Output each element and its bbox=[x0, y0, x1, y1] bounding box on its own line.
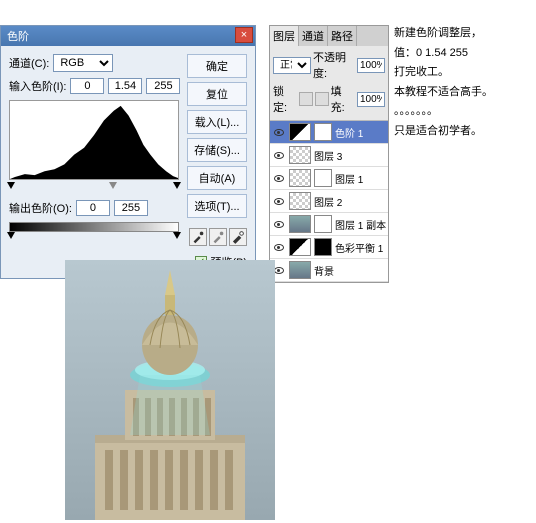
layer-thumb bbox=[289, 238, 311, 256]
lock-trans-icon[interactable] bbox=[299, 92, 313, 106]
input-mid-field[interactable] bbox=[108, 78, 142, 94]
input-white-field[interactable] bbox=[146, 78, 180, 94]
tutorial-text: 新建色阶调整层， 值：0 1.54 255 打完收工。 本教程不适合高手。 。。… bbox=[394, 25, 534, 143]
lock-label: 锁定: bbox=[273, 83, 297, 115]
layer-name: 图层 3 bbox=[314, 148, 342, 163]
out-white-slider[interactable] bbox=[173, 232, 181, 239]
tab-paths[interactable]: 路径 bbox=[328, 26, 357, 46]
reset-button[interactable]: 复位 bbox=[187, 82, 247, 106]
text-line: 值：0 1.54 255 bbox=[394, 45, 534, 63]
visibility-icon[interactable] bbox=[272, 171, 286, 185]
load-button[interactable]: 载入(L)... bbox=[187, 110, 247, 134]
text-line: 。。。。。。。 bbox=[394, 103, 534, 121]
output-sliders[interactable] bbox=[9, 232, 179, 240]
channel-label: 通道(C): bbox=[9, 55, 49, 71]
opacity-field[interactable] bbox=[357, 58, 385, 73]
layer-mask bbox=[314, 215, 332, 233]
input-black-field[interactable] bbox=[70, 78, 104, 94]
layers-panel: 图层 通道 路径 正常 不透明度: 锁定: 填充: 色阶 1 图层 3 bbox=[269, 25, 389, 283]
output-levels-label: 输出色阶(O): bbox=[9, 200, 72, 216]
layer-list: 色阶 1 图层 3 图层 1 图层 2 图层 1 副本 色 bbox=[270, 121, 388, 282]
layer-thumb bbox=[289, 123, 311, 141]
visibility-icon[interactable] bbox=[272, 217, 286, 231]
black-slider[interactable] bbox=[7, 182, 15, 189]
white-slider[interactable] bbox=[173, 182, 181, 189]
text-line: 只是适合初学者。 bbox=[394, 123, 534, 141]
lock-paint-icon[interactable] bbox=[315, 92, 329, 106]
layer-item[interactable]: 图层 1 bbox=[270, 167, 388, 190]
layer-name: 图层 1 副本 bbox=[335, 217, 386, 232]
output-white-field[interactable] bbox=[114, 200, 148, 216]
output-gradient bbox=[9, 222, 179, 232]
ok-button[interactable]: 确定 bbox=[187, 54, 247, 78]
blend-mode-select[interactable]: 正常 bbox=[273, 57, 311, 74]
dialog-title-text: 色阶 bbox=[7, 31, 29, 43]
levels-dialog: 色阶 × 通道(C): RGB 输入色阶(I): bbox=[0, 25, 256, 279]
fill-label: 填充: bbox=[331, 83, 355, 115]
layer-name: 背景 bbox=[314, 263, 334, 278]
visibility-icon[interactable] bbox=[272, 194, 286, 208]
text-line: 新建色阶调整层， bbox=[394, 25, 534, 43]
out-black-slider[interactable] bbox=[7, 232, 15, 239]
result-image bbox=[65, 260, 275, 520]
tab-layers[interactable]: 图层 bbox=[270, 26, 299, 46]
layer-item[interactable]: 色彩平衡 1 bbox=[270, 236, 388, 259]
histogram bbox=[9, 100, 179, 180]
close-icon[interactable]: × bbox=[235, 27, 253, 43]
panel-tabs: 图层 通道 路径 bbox=[270, 26, 388, 46]
options-button[interactable]: 选项(T)... bbox=[187, 194, 247, 218]
layer-item[interactable]: 图层 1 副本 bbox=[270, 213, 388, 236]
layer-thumb bbox=[289, 215, 311, 233]
eyedropper-white-icon[interactable] bbox=[229, 228, 247, 246]
output-black-field[interactable] bbox=[76, 200, 110, 216]
input-sliders[interactable] bbox=[9, 182, 179, 190]
channel-select[interactable]: RGB bbox=[53, 54, 113, 72]
text-line: 打完收工。 bbox=[394, 64, 534, 82]
layer-thumb bbox=[289, 169, 311, 187]
layer-mask bbox=[314, 169, 332, 187]
layer-name: 图层 2 bbox=[314, 194, 342, 209]
visibility-icon[interactable] bbox=[272, 148, 286, 162]
dialog-titlebar[interactable]: 色阶 × bbox=[1, 26, 255, 46]
auto-button[interactable]: 自动(A) bbox=[187, 166, 247, 190]
save-button[interactable]: 存储(S)... bbox=[187, 138, 247, 162]
layer-thumb bbox=[289, 146, 311, 164]
eyedropper-black-icon[interactable] bbox=[189, 228, 207, 246]
layer-mask bbox=[314, 123, 332, 141]
layer-item[interactable]: 色阶 1 bbox=[270, 121, 388, 144]
opacity-label: 不透明度: bbox=[313, 49, 355, 81]
layer-mask bbox=[314, 238, 332, 256]
layer-thumb bbox=[289, 192, 311, 210]
input-levels-label: 输入色阶(I): bbox=[9, 78, 66, 94]
layer-item[interactable]: 背景 bbox=[270, 259, 388, 282]
layer-name: 图层 1 bbox=[335, 171, 363, 186]
fill-field[interactable] bbox=[357, 92, 385, 107]
layer-thumb bbox=[289, 261, 311, 279]
visibility-icon[interactable] bbox=[272, 125, 286, 139]
layer-item[interactable]: 图层 2 bbox=[270, 190, 388, 213]
layer-name: 色阶 1 bbox=[335, 125, 363, 140]
text-line: 本教程不适合高手。 bbox=[394, 84, 534, 102]
visibility-icon[interactable] bbox=[272, 240, 286, 254]
layer-name: 色彩平衡 1 bbox=[335, 240, 383, 255]
tab-channels[interactable]: 通道 bbox=[299, 26, 328, 46]
layer-item[interactable]: 图层 3 bbox=[270, 144, 388, 167]
mid-slider[interactable] bbox=[109, 182, 117, 189]
eyedropper-gray-icon[interactable] bbox=[209, 228, 227, 246]
